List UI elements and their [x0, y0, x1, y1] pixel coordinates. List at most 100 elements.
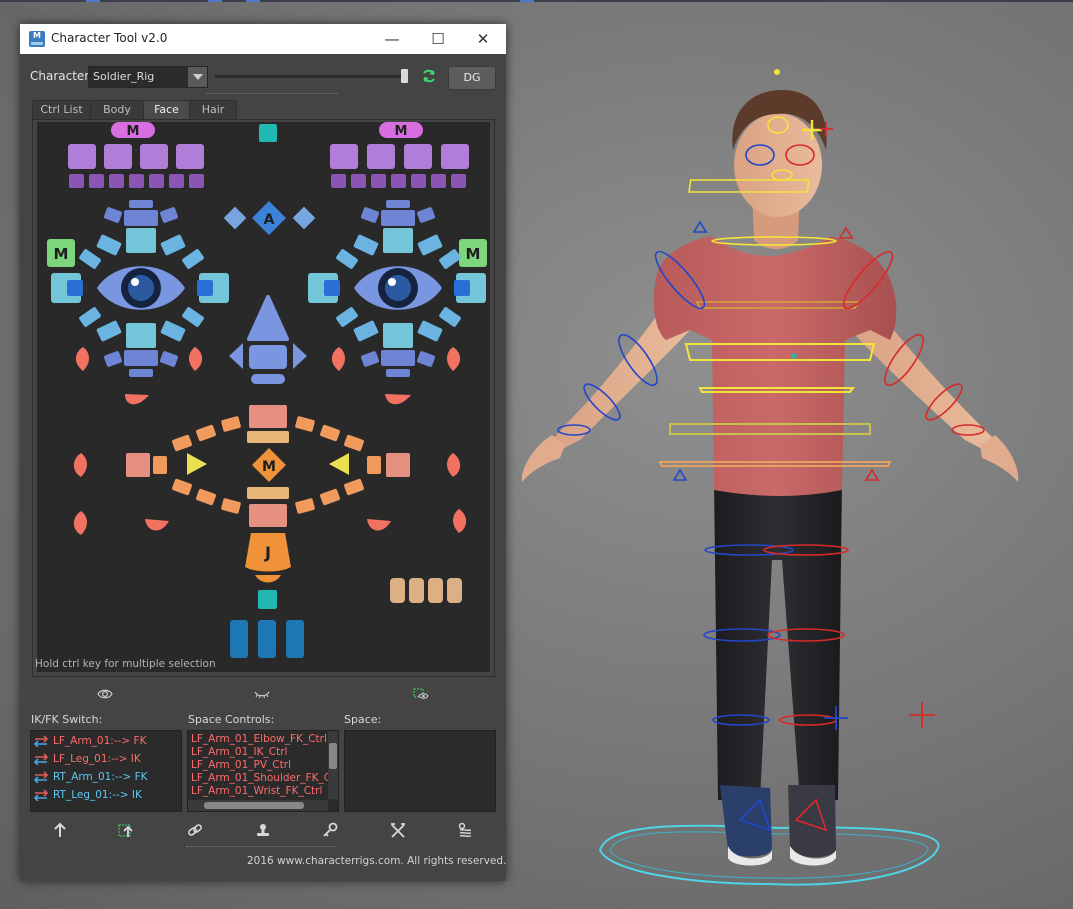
eye-lid-ctrl[interactable] — [124, 210, 158, 226]
brow-ctrl[interactable] — [104, 144, 132, 169]
throat-ctrl[interactable] — [258, 590, 277, 609]
eye-upper-ctrl[interactable] — [126, 228, 156, 253]
brow-small-ctrl[interactable] — [371, 174, 386, 188]
character-slider-track[interactable] — [215, 75, 407, 78]
title-bar[interactable]: M Character Tool v2.0 — ☐ ✕ — [20, 24, 506, 54]
mouth-corner-right-inner-ctrl[interactable] — [367, 456, 381, 474]
brow-ctrl[interactable] — [330, 144, 358, 169]
space-controls-list[interactable]: LF_Arm_01_Elbow_FK_Ctrl LF_Arm_01_IK_Ctr… — [187, 730, 339, 812]
link-icon[interactable] — [187, 822, 203, 838]
brow-small-ctrl[interactable] — [169, 174, 184, 188]
brow-ctrl[interactable] — [367, 144, 395, 169]
eye-corner-inner-ctrl[interactable] — [197, 280, 213, 296]
eye-lid-ctrl[interactable] — [381, 210, 415, 226]
nose-bottom-ctrl[interactable] — [251, 374, 285, 384]
eye-lid-ctrl[interactable] — [129, 200, 153, 208]
stamp-icon[interactable] — [255, 822, 271, 838]
switch-arrows-icon — [33, 771, 49, 783]
chevron-down-icon[interactable] — [188, 67, 207, 87]
refresh-icon[interactable] — [421, 68, 437, 84]
brow-small-ctrl[interactable] — [89, 174, 104, 188]
brow-small-ctrl[interactable] — [411, 174, 426, 188]
tongue-ctrl[interactable] — [258, 620, 276, 658]
tongue-ctrl[interactable] — [286, 620, 304, 658]
tab-ctrl-list[interactable]: Ctrl List — [32, 100, 91, 119]
teeth-ctrl[interactable] — [428, 578, 443, 603]
copyright-text: 2016 www.characterrigs.com. All rights r… — [247, 855, 507, 867]
divider — [207, 93, 337, 94]
eye-icon[interactable] — [97, 688, 113, 700]
viewport-3d[interactable] — [506, 0, 1073, 909]
horizontal-scrollbar[interactable] — [188, 800, 328, 811]
brow-small-ctrl[interactable] — [189, 174, 204, 188]
maximize-button[interactable]: ☐ — [415, 24, 461, 54]
space-control-item[interactable]: LF_Arm_01_Shoulder_FK_C — [191, 772, 331, 784]
ikfk-switch-list[interactable]: LF_Arm_01:--> FK LF_Leg_01:--> IK RT_Arm… — [30, 730, 182, 812]
eye-corner-inner-ctrl[interactable] — [324, 280, 340, 296]
dg-button[interactable]: DG — [448, 66, 496, 90]
character-dropdown[interactable]: Soldier_Rig — [88, 66, 208, 88]
brow-ctrl[interactable] — [176, 144, 204, 169]
brow-small-ctrl[interactable] — [391, 174, 406, 188]
space-control-item[interactable]: LF_Arm_01_PV_Ctrl — [191, 759, 291, 771]
tab-face[interactable]: Face — [143, 100, 190, 119]
eye-corner-inner-ctrl[interactable] — [454, 280, 470, 296]
brow-ctrl[interactable] — [68, 144, 96, 169]
up-arrow-icon[interactable] — [52, 822, 68, 838]
mouth-corner-left-ctrl[interactable] — [126, 453, 150, 477]
brow-small-ctrl[interactable] — [129, 174, 144, 188]
character-slider-handle[interactable] — [401, 69, 408, 83]
brow-small-ctrl[interactable] — [451, 174, 466, 188]
upper-lip-inner-ctrl[interactable] — [247, 431, 289, 443]
tab-hair[interactable]: Hair — [189, 100, 237, 119]
scrollbar-thumb[interactable] — [329, 743, 337, 769]
close-button[interactable]: ✕ — [460, 24, 506, 54]
eye-lid-lower-ctrl[interactable] — [386, 369, 410, 377]
space-control-item[interactable]: LF_Arm_01_Wrist_FK_Ctrl — [191, 785, 322, 797]
eye-corner-inner-ctrl[interactable] — [67, 280, 83, 296]
lower-lip-center-ctrl[interactable] — [249, 504, 287, 527]
brow-ctrl[interactable] — [140, 144, 168, 169]
tab-body[interactable]: Body — [90, 100, 144, 119]
brow-small-ctrl[interactable] — [149, 174, 164, 188]
space-control-item[interactable]: LF_Arm_01_IK_Ctrl — [191, 746, 287, 758]
eye-lower-ctrl[interactable] — [383, 323, 413, 348]
eye-lower-ctrl[interactable] — [126, 323, 156, 348]
teeth-ctrl[interactable] — [447, 578, 462, 603]
eye-upper-ctrl[interactable] — [383, 228, 413, 253]
mouth-corner-left-inner-ctrl[interactable] — [153, 456, 167, 474]
key-icon[interactable] — [322, 822, 338, 838]
tongue-ctrl[interactable] — [230, 620, 248, 658]
brow-small-ctrl[interactable] — [431, 174, 446, 188]
brow-ctrl[interactable] — [404, 144, 432, 169]
ikfk-label: IK/FK Switch: — [31, 713, 103, 726]
minimize-button[interactable]: — — [369, 24, 415, 54]
lower-lip-inner-ctrl[interactable] — [247, 487, 289, 499]
eye-lid-lower-ctrl[interactable] — [124, 350, 158, 366]
teeth-ctrl[interactable] — [390, 578, 405, 603]
brow-ctrl[interactable] — [441, 144, 469, 169]
head-center-ctrl[interactable] — [259, 124, 277, 142]
brow-small-ctrl[interactable] — [351, 174, 366, 188]
character-model[interactable] — [521, 69, 1019, 886]
eye-lid-lower-ctrl[interactable] — [381, 350, 415, 366]
brow-small-ctrl[interactable] — [109, 174, 124, 188]
brow-small-ctrl[interactable] — [69, 174, 84, 188]
brow-small-ctrl[interactable] — [331, 174, 346, 188]
select-up-icon[interactable] — [118, 822, 134, 838]
stack-icon[interactable] — [457, 822, 473, 838]
eye-lid-lower-ctrl[interactable] — [129, 369, 153, 377]
upper-lip-center-ctrl[interactable] — [249, 405, 287, 428]
cross-tools-icon[interactable] — [390, 822, 406, 838]
scrollbar-thumb[interactable] — [204, 802, 304, 809]
space-control-item[interactable]: LF_Arm_01_Elbow_FK_Ctrl — [191, 733, 327, 745]
mouth-corner-right-ctrl[interactable] — [386, 453, 410, 477]
nose-tip-ctrl[interactable] — [249, 345, 287, 369]
teeth-ctrl[interactable] — [409, 578, 424, 603]
face-picker-canvas[interactable]: M M A M M M J — [37, 122, 490, 672]
eye-lid-ctrl[interactable] — [386, 200, 410, 208]
select-visible-icon[interactable] — [413, 688, 429, 700]
vertical-scrollbar[interactable] — [328, 731, 338, 799]
eye-closed-icon[interactable] — [254, 688, 270, 700]
space-list[interactable] — [344, 730, 496, 812]
